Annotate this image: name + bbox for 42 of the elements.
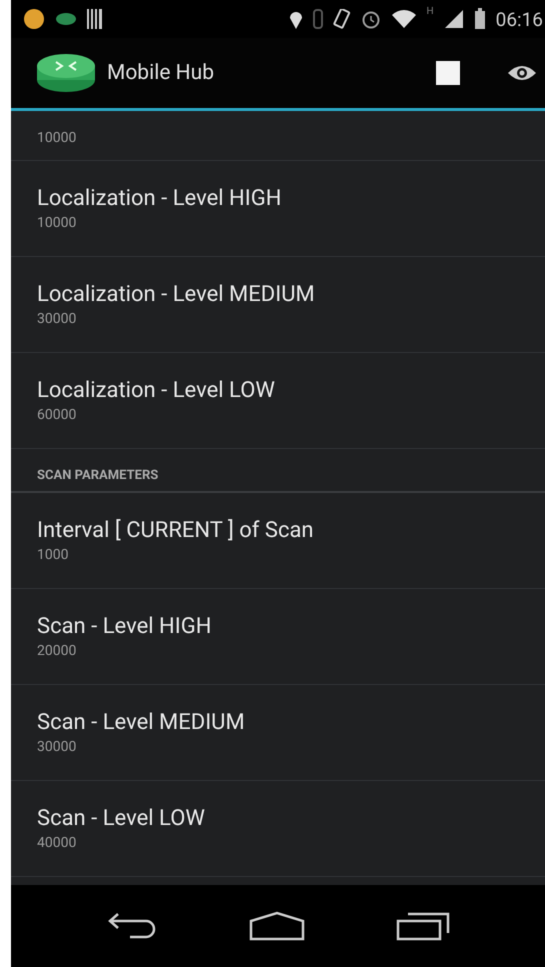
preference-summary: 30000 (37, 739, 78, 755)
preference-summary: 10000 (37, 130, 78, 146)
preference-item[interactable]: Localization - Level LOW 60000 (11, 353, 545, 449)
recent-apps-icon[interactable] (396, 911, 450, 941)
preference-summary: 10000 (37, 215, 78, 231)
notification-router-icon (55, 12, 77, 26)
home-icon[interactable] (248, 911, 305, 941)
app-logo-icon (35, 52, 97, 94)
vibrate-icon (312, 9, 323, 29)
notification-circle-icon (23, 8, 45, 30)
preference-item[interactable]: 10000 (11, 111, 545, 161)
preference-summary: 60000 (37, 407, 78, 423)
preference-item[interactable]: Localization - Level MEDIUM 30000 (11, 257, 545, 353)
network-type-label: H (426, 6, 434, 17)
location-pin-icon (288, 9, 303, 29)
preference-summary: 40000 (37, 835, 78, 851)
preference-title: Interval [ CURRENT ] of Scan (37, 518, 315, 543)
category-header: SCAN PARAMETERS (37, 468, 158, 483)
preference-title: Localization - Level LOW (37, 378, 276, 403)
preference-item[interactable]: Interval [ CURRENT ] of Scan 1000 (11, 493, 545, 589)
wifi-icon (390, 9, 417, 29)
battery-icon (474, 8, 486, 30)
phone-rotate-icon (332, 9, 351, 29)
preference-item[interactable]: Scan - Level HIGH 20000 (11, 589, 545, 685)
stop-icon[interactable] (435, 60, 461, 86)
preference-title: Localization - Level HIGH (37, 186, 282, 211)
eye-icon[interactable] (507, 63, 537, 83)
alarm-clock-icon (360, 9, 381, 29)
preference-title: Scan - Level MEDIUM (37, 710, 246, 735)
preference-item[interactable]: Scan - Level LOW 40000 (11, 781, 545, 877)
signal-icon (444, 9, 464, 29)
preference-title: Localization - Level MEDIUM (37, 282, 316, 307)
preference-item[interactable]: Localization - Level HIGH 10000 (11, 161, 545, 257)
preference-title: Scan - Level LOW (37, 806, 206, 831)
preference-title: Scan - Level HIGH (37, 614, 212, 639)
preference-summary: 20000 (37, 643, 78, 659)
preference-summary: 1000 (37, 547, 70, 563)
preference-item[interactable]: Scan - Level MEDIUM 30000 (11, 685, 545, 781)
status-time: 06:16 (496, 8, 543, 30)
preference-summary: 30000 (37, 311, 78, 327)
notification-barcode-icon (87, 9, 103, 29)
app-title: Mobile Hub (107, 61, 216, 85)
